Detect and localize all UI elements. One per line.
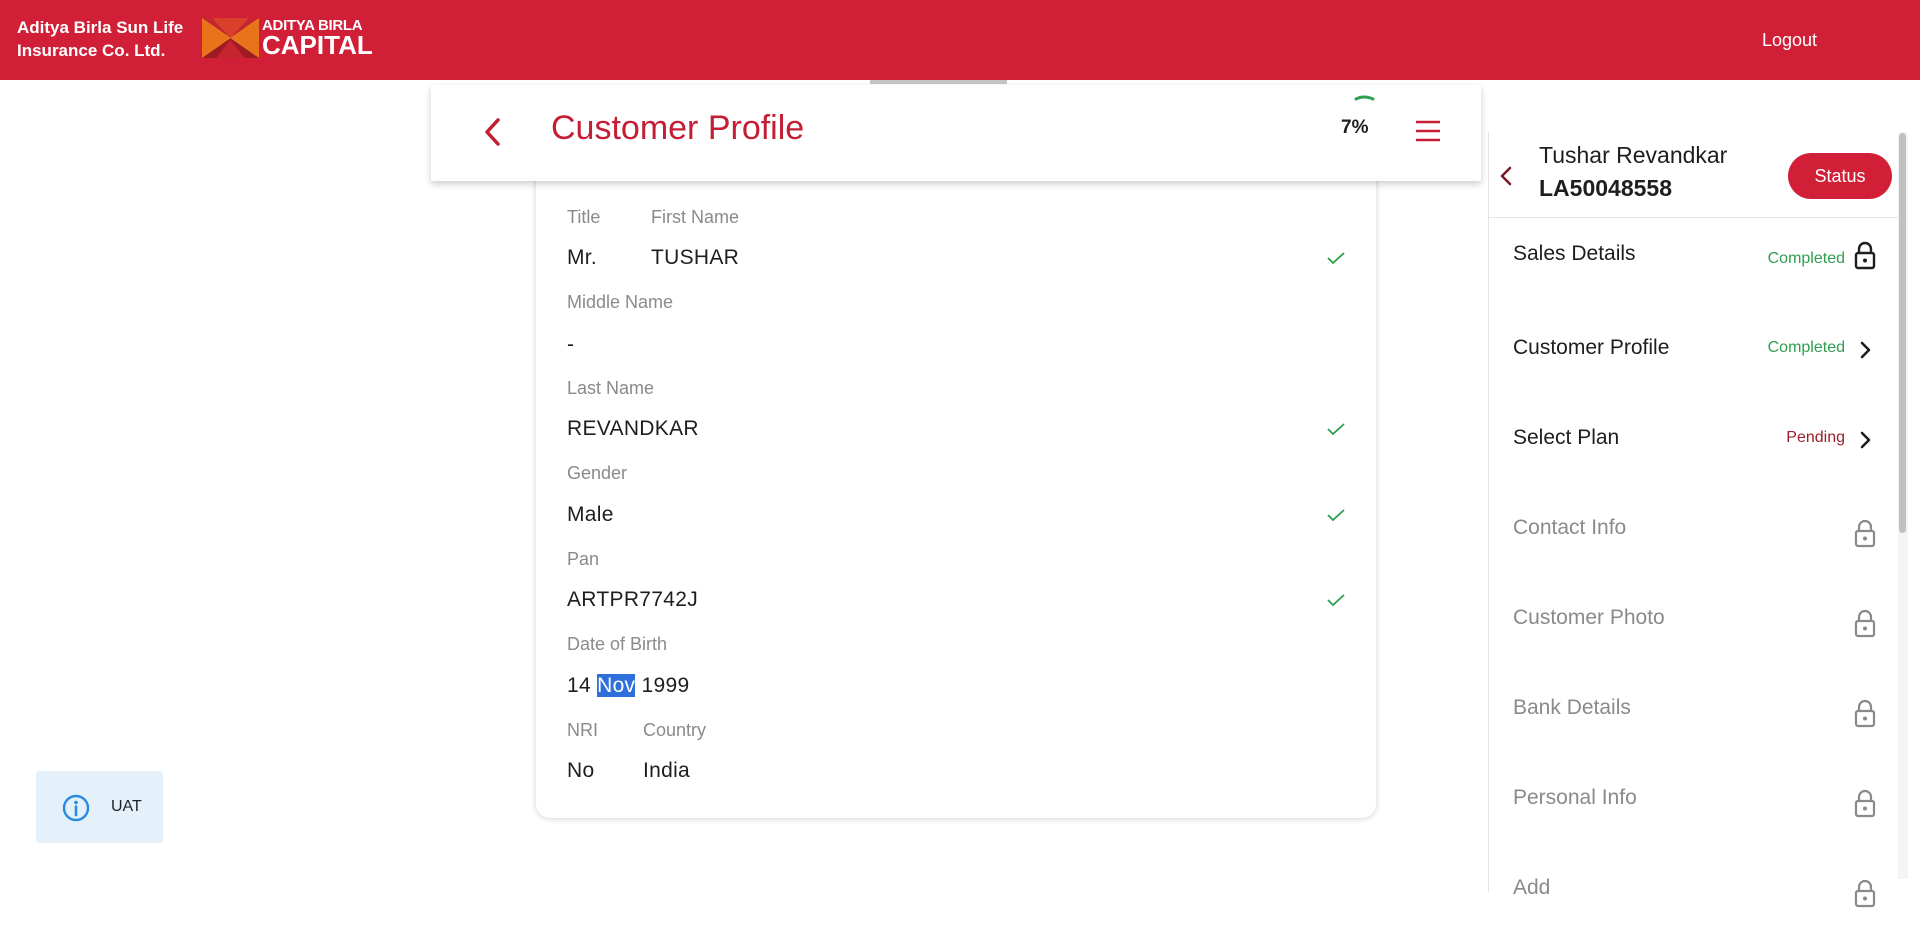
middle-name-label: Middle Name — [567, 292, 674, 312]
lock-icon — [1854, 241, 1876, 270]
environment-label: UAT — [111, 798, 142, 815]
pan-label: Pan — [567, 549, 600, 569]
step-label: Personal Info — [1513, 786, 1637, 809]
step-personal-info[interactable]: Personal Info — [1489, 758, 1893, 848]
page-title: Customer Profile — [551, 109, 805, 147]
gender-label: Gender — [567, 463, 628, 483]
title-value[interactable]: Mr. — [567, 246, 597, 270]
step-contact-info[interactable]: Contact Info — [1489, 488, 1893, 578]
customer-profile-form: Title First Name Mr. TUSHAR Middle Name … — [536, 164, 1376, 818]
chevron-left-icon[interactable] — [1499, 165, 1513, 187]
step-label: Customer Profile — [1513, 336, 1670, 359]
step-status: Completed — [1767, 250, 1845, 267]
customer-name: Tushar Revandkar — [1539, 142, 1728, 168]
dob-month-selected[interactable]: Nov — [597, 674, 636, 697]
nri-value[interactable]: No — [567, 759, 594, 783]
first-name-value[interactable]: TUSHAR — [651, 246, 739, 270]
step-customer-profile[interactable]: Customer Profile Completed — [1489, 308, 1893, 398]
progress-ring-icon — [1354, 95, 1375, 101]
step-label: Sales Details — [1513, 242, 1636, 265]
top-bar: Aditya Birla Sun Life Insurance Co. Ltd.… — [0, 0, 1920, 80]
chevron-right-icon — [1860, 341, 1871, 359]
pan-value[interactable]: ARTPR7742J — [567, 588, 698, 612]
lock-icon — [1854, 519, 1876, 548]
info-icon — [62, 794, 90, 822]
last-name-label: Last Name — [567, 378, 655, 398]
lock-icon — [1854, 609, 1876, 638]
step-add[interactable]: Add — [1489, 848, 1893, 938]
step-label: Select Plan — [1513, 426, 1620, 449]
back-arrow-icon[interactable] — [483, 117, 503, 147]
dob-year: 1999 — [641, 674, 690, 697]
step-customer-photo[interactable]: Customer Photo — [1489, 578, 1893, 668]
page-header: Customer Profile 7% — [431, 85, 1481, 181]
status-button[interactable]: Status — [1788, 153, 1892, 199]
first-name-label: First Name — [651, 207, 740, 227]
step-select-plan[interactable]: Select Plan Pending — [1489, 398, 1893, 488]
dob-value[interactable]: 14 Nov 1999 — [567, 674, 689, 698]
hamburger-menu-icon[interactable] — [1414, 119, 1442, 143]
step-status: Pending — [1786, 429, 1845, 446]
dob-day: 14 — [567, 674, 591, 697]
logo-wordmark: ADITYA BIRLA CAPITAL — [262, 18, 373, 58]
dob-label: Date of Birth — [567, 634, 668, 654]
step-label: Customer Photo — [1513, 606, 1665, 629]
progress-percent: 7% — [1341, 117, 1369, 138]
side-panel-header: Tushar Revandkar LA50048558 Status — [1489, 132, 1905, 218]
logo-word-2: CAPITAL — [262, 30, 373, 60]
gender-value[interactable]: Male — [567, 503, 614, 527]
middle-name-value[interactable]: - — [567, 333, 574, 357]
nri-label: NRI — [567, 720, 598, 740]
aditya-birla-capital-logo: ADITYA BIRLA CAPITAL — [202, 18, 373, 58]
logout-link[interactable]: Logout — [1762, 30, 1817, 51]
logo-mark-icon — [202, 18, 259, 58]
last-name-value[interactable]: REVANDKAR — [567, 417, 699, 441]
step-label: Contact Info — [1513, 516, 1627, 539]
check-icon — [1327, 423, 1345, 436]
check-icon — [1327, 509, 1345, 522]
side-panel-scrollbar-thumb[interactable] — [1899, 133, 1906, 533]
lock-icon — [1854, 789, 1876, 818]
chevron-right-icon — [1860, 431, 1871, 449]
country-value[interactable]: India — [643, 759, 690, 783]
application-id: LA50048558 — [1539, 175, 1672, 201]
check-icon — [1327, 594, 1345, 607]
check-icon — [1327, 252, 1345, 265]
header-tab-indicator — [870, 80, 1007, 84]
brand-line-2: Insurance Co. Ltd. — [17, 41, 166, 60]
step-label: Bank Details — [1513, 696, 1631, 719]
country-label: Country — [643, 720, 707, 740]
brand-name: Aditya Birla Sun Life Insurance Co. Ltd. — [17, 16, 183, 62]
brand-line-1: Aditya Birla Sun Life — [17, 18, 184, 37]
step-bank-details[interactable]: Bank Details — [1489, 668, 1893, 758]
step-label: Add — [1513, 876, 1551, 899]
lock-icon — [1854, 699, 1876, 728]
title-label: Title — [567, 207, 601, 227]
environment-badge[interactable]: UAT — [36, 771, 163, 843]
step-sales-details[interactable]: Sales Details Completed — [1489, 218, 1893, 308]
lock-icon — [1854, 879, 1876, 908]
progress-side-panel: Tushar Revandkar LA50048558 Status Sales… — [1488, 132, 1905, 908]
step-status: Completed — [1767, 339, 1845, 356]
